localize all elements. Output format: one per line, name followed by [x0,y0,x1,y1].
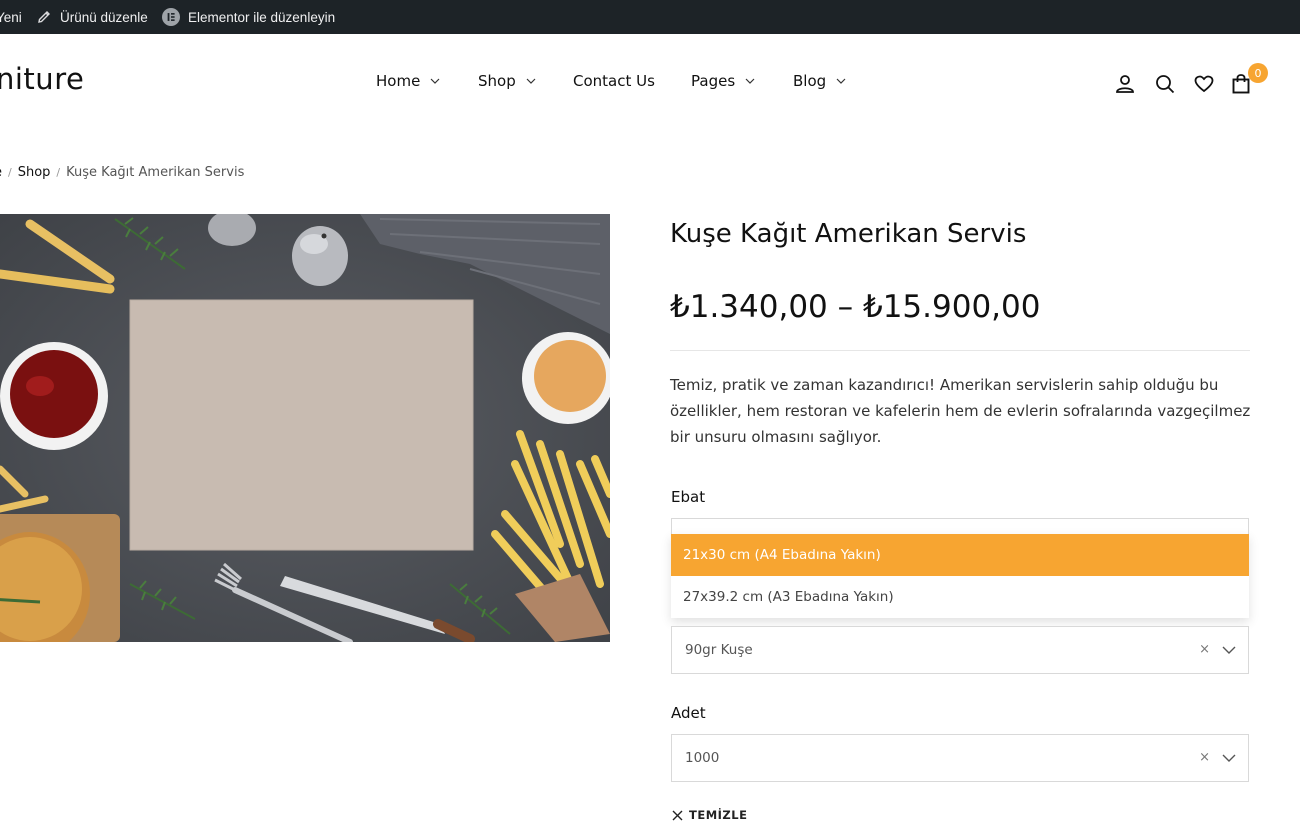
admin-bar-new-label: Yeni [0,9,22,25]
breadcrumb-home[interactable]: e [0,165,2,180]
ebat-label: Ebat [671,488,706,506]
nav-item-label: Pages [691,72,736,90]
nav-item-home[interactable]: Home [376,72,440,90]
nav-item-label: Blog [793,72,827,90]
admin-bar-edit-label: Ürünü düzenle [60,9,148,25]
product-title: Kuşe Kağıt Amerikan Servis [670,219,1027,249]
pencil-icon [38,11,50,23]
product-description: Temiz, pratik ve zaman kazandırıcı! Amer… [670,376,1251,446]
breadcrumb-separator: / [56,166,61,179]
nav-item-label: Contact Us [573,72,655,90]
kagit-select[interactable]: 90gr Kuşe × [671,626,1249,674]
nav-item-label: Shop [478,72,516,90]
user-icon[interactable] [1114,73,1136,95]
heart-icon[interactable] [1193,73,1215,95]
product-image[interactable] [0,214,610,642]
admin-bar-new[interactable]: Yeni [0,0,22,34]
site-logo[interactable]: niture [0,62,84,96]
chevron-down-icon [526,78,536,84]
adet-clear-icon[interactable]: × [1199,750,1210,765]
summary-divider [670,350,1250,351]
chevron-down-icon [745,78,755,84]
breadcrumb-separator: / [8,166,12,179]
elementor-icon [162,8,180,26]
chevron-down-icon [836,78,846,84]
admin-bar-edit-product[interactable]: Ürünü düzenle [36,0,148,34]
breadcrumb: e / Shop / Kuşe Kağıt Amerikan Servis [0,165,244,180]
ebat-option-a4[interactable]: 21x30 cm (A4 Ebadına Yakın) [671,534,1249,576]
admin-bar-elementor-label: Elementor ile düzenleyin [188,9,336,25]
chevron-down-icon [1222,754,1236,762]
admin-bar-elementor[interactable]: Elementor ile düzenleyin [162,0,335,34]
clear-selection-label: TEMİZLE [689,808,748,822]
kagit-clear-icon[interactable]: × [1199,642,1210,657]
breadcrumb-current: Kuşe Kağıt Amerikan Servis [66,165,245,180]
ebat-dropdown: 21x30 cm (A4 Ebadına Yakın) 27x39.2 cm (… [671,534,1249,618]
adet-select-value: 1000 [685,750,720,766]
cart-count-badge: 0 [1248,63,1268,83]
admin-bar: Yeni Ürünü düzenle Elementor ile düzenle… [0,0,1300,34]
nav-item-blog[interactable]: Blog [793,72,846,90]
close-icon [672,810,683,820]
chevron-down-icon [1222,646,1236,654]
product-price: ₺1.340,00 – ₺15.900,00 [670,289,1041,325]
nav-item-pages[interactable]: Pages [691,72,755,90]
nav-item-contact[interactable]: Contact Us [573,72,655,90]
chevron-down-icon [430,78,440,84]
clear-selection-link[interactable]: TEMİZLE [672,808,747,822]
kagit-select-value: 90gr Kuşe [685,642,753,658]
product-photo [0,214,610,642]
search-icon[interactable] [1154,73,1176,95]
ebat-option-a3[interactable]: 27x39.2 cm (A3 Ebadına Yakın) [671,576,1249,618]
nav-item-shop[interactable]: Shop [478,72,536,90]
breadcrumb-shop[interactable]: Shop [18,165,51,180]
adet-label: Adet [671,704,706,722]
adet-select[interactable]: 1000 × [671,734,1249,782]
nav-item-label: Home [376,72,421,90]
